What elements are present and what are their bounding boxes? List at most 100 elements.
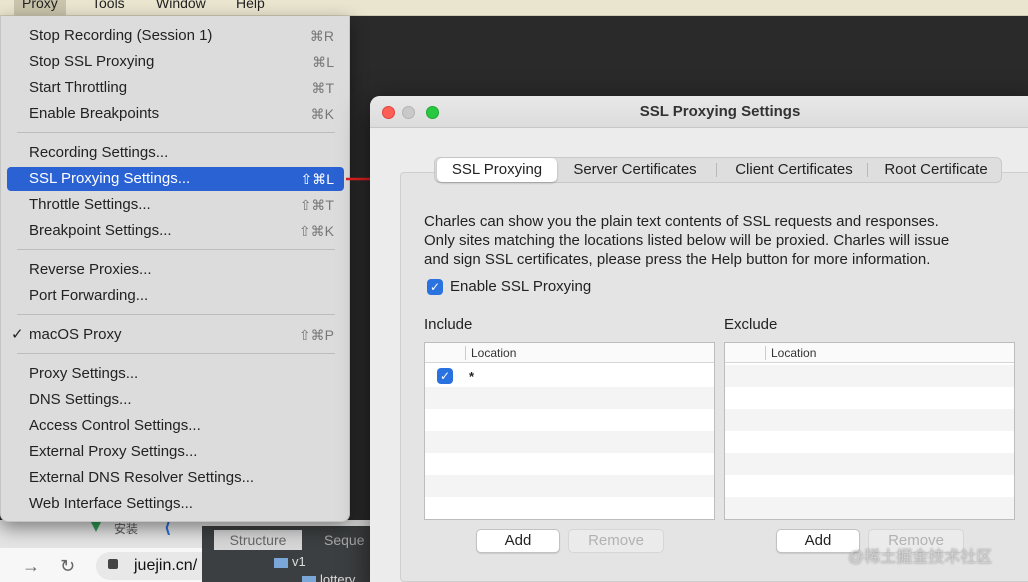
row-location: *: [469, 369, 475, 384]
description-line: and sign SSL certificates, please press …: [424, 251, 931, 268]
table-row: [425, 431, 714, 453]
menu-item-label: SSL Proxying Settings...: [29, 170, 191, 187]
menu-item-label: Port Forwarding...: [29, 287, 149, 304]
menu-item-shortcut: ⇧⌘L: [300, 171, 334, 187]
table-row: [725, 431, 1014, 453]
tab-divider: [716, 163, 717, 177]
menu-item-macos-proxy[interactable]: ✓ macOS Proxy ⇧⌘P: [7, 323, 344, 347]
table-row: [725, 365, 1014, 387]
menu-item-start-throttling[interactable]: Start Throttling ⌘T: [7, 76, 344, 100]
tree-item-label: lottery: [320, 572, 356, 582]
enable-ssl-proxying-checkbox[interactable]: ✓: [427, 279, 443, 295]
column-header-location[interactable]: Location: [471, 346, 516, 360]
tab-title: 安装: [114, 522, 139, 536]
description-line: Only sites matching the locations listed…: [424, 232, 950, 249]
menu-item-recording-settings[interactable]: Recording Settings...: [7, 141, 344, 165]
checkmark-icon: ✓: [11, 326, 24, 343]
table-row: [725, 475, 1014, 497]
tab-structure[interactable]: Structure: [214, 530, 302, 550]
tab-sequence[interactable]: Seque: [324, 530, 364, 550]
menu-item-web-interface-settings[interactable]: Web Interface Settings...: [7, 492, 344, 516]
tab-client-certificates[interactable]: Client Certificates: [719, 158, 869, 182]
menu-item-breakpoint-settings[interactable]: Breakpoint Settings... ⇧⌘K: [7, 219, 344, 243]
exclude-table: Location: [724, 342, 1015, 520]
tree-item[interactable]: v1: [274, 554, 306, 569]
forward-arrow-icon[interactable]: →: [22, 556, 40, 577]
menu-item-label: Proxy Settings...: [29, 365, 139, 382]
menu-item-shortcut: ⌘L: [312, 54, 334, 70]
column-header-location[interactable]: Location: [771, 346, 816, 360]
table-row: [425, 497, 714, 519]
table-row: [425, 453, 714, 475]
tab-ssl-proxying[interactable]: SSL Proxying: [437, 158, 557, 182]
table-row: [425, 387, 714, 409]
browser-address-bar: → ↻ juejin.cn/: [0, 548, 236, 582]
menu-item-throttle-settings[interactable]: Throttle Settings... ⇧⌘T: [7, 193, 344, 217]
menu-item-shortcut: ⇧⌘P: [298, 327, 334, 343]
menu-item-shortcut: ⌘R: [309, 28, 334, 44]
dialog-titlebar: SSL Proxying Settings: [370, 96, 1028, 128]
tab-divider: [867, 163, 868, 177]
menu-item-shortcut: ⇧⌘T: [299, 197, 334, 213]
menu-item-external-dns-resolver-settings[interactable]: External DNS Resolver Settings...: [7, 466, 344, 490]
menu-item-enable-breakpoints[interactable]: Enable Breakpoints ⌘K: [7, 102, 344, 126]
menu-item-label: Start Throttling: [29, 79, 128, 96]
tree-item-label: v1: [292, 554, 306, 569]
table-row: [725, 453, 1014, 475]
tab-root-certificate[interactable]: Root Certificate: [871, 158, 1001, 182]
menu-item-access-control-settings[interactable]: Access Control Settings...: [7, 414, 344, 438]
menu-window[interactable]: Window: [156, 0, 206, 11]
include-table-header: Location: [425, 343, 714, 363]
proxy-dropdown-menu: Stop Recording (Session 1) ⌘R Stop SSL P…: [0, 16, 350, 522]
tab-server-certificates[interactable]: Server Certificates: [559, 158, 711, 182]
menu-item-label: Stop Recording (Session 1): [29, 27, 213, 44]
menu-item-label: DNS Settings...: [29, 391, 132, 408]
table-row[interactable]: ✓ *: [425, 365, 714, 387]
menu-item-port-forwarding[interactable]: Port Forwarding...: [7, 284, 344, 308]
menu-item-label: Stop SSL Proxying: [29, 53, 155, 70]
include-add-button[interactable]: Add: [476, 529, 560, 553]
enable-ssl-proxying-label: Enable SSL Proxying: [450, 278, 592, 295]
reload-icon[interactable]: ↻: [60, 556, 75, 577]
menu-separator: [17, 314, 335, 315]
menu-item-label: Breakpoint Settings...: [29, 222, 172, 239]
folder-icon: [302, 575, 316, 582]
row-enabled-checkbox[interactable]: ✓: [437, 368, 453, 384]
description-line: Charles can show you the plain text cont…: [424, 213, 939, 230]
menu-item-proxy-settings[interactable]: Proxy Settings...: [7, 362, 344, 386]
menu-separator: [17, 249, 335, 250]
menu-item-stop-ssl-proxying[interactable]: Stop SSL Proxying ⌘L: [7, 50, 344, 74]
lock-icon: [108, 559, 118, 569]
tab-bar: SSL Proxying Server Certificates Client …: [434, 157, 1002, 183]
menu-item-external-proxy-settings[interactable]: External Proxy Settings...: [7, 440, 344, 464]
exclude-label: Exclude: [724, 316, 778, 333]
menu-proxy[interactable]: Proxy: [14, 0, 66, 16]
table-row: [425, 409, 714, 431]
menu-tools[interactable]: Tools: [92, 0, 125, 11]
tree-item[interactable]: lottery: [302, 572, 355, 582]
menu-item-label: Throttle Settings...: [29, 196, 151, 213]
menu-separator: [17, 353, 335, 354]
menu-item-shortcut: ⌘T: [311, 80, 334, 96]
menu-item-ssl-proxying-settings[interactable]: SSL Proxying Settings... ⇧⌘L: [7, 167, 344, 191]
menu-item-label: External DNS Resolver Settings...: [29, 469, 255, 486]
description-text: Charles can show you the plain text cont…: [424, 212, 1024, 269]
menu-help[interactable]: Help: [236, 0, 265, 11]
menu-item-dns-settings[interactable]: DNS Settings...: [7, 388, 344, 412]
menu-item-label: macOS Proxy: [29, 326, 122, 343]
table-row: [425, 475, 714, 497]
table-row: [725, 409, 1014, 431]
menu-item-shortcut: ⇧⌘K: [298, 223, 334, 239]
table-row: [725, 387, 1014, 409]
watermark: @稀土掘金技术社区: [848, 549, 993, 566]
exclude-table-header: Location: [725, 343, 1014, 363]
include-remove-button[interactable]: Remove: [568, 529, 664, 553]
column-divider: [765, 346, 766, 360]
menu-separator: [17, 132, 335, 133]
ssl-proxying-settings-dialog: SSL Proxying Settings SSL Proxying Serve…: [370, 96, 1028, 582]
menu-item-stop-recording[interactable]: Stop Recording (Session 1) ⌘R: [7, 24, 344, 48]
url-text: juejin.cn/: [134, 557, 198, 574]
include-label: Include: [424, 316, 473, 333]
menu-item-reverse-proxies[interactable]: Reverse Proxies...: [7, 258, 344, 282]
column-divider: [465, 346, 466, 360]
